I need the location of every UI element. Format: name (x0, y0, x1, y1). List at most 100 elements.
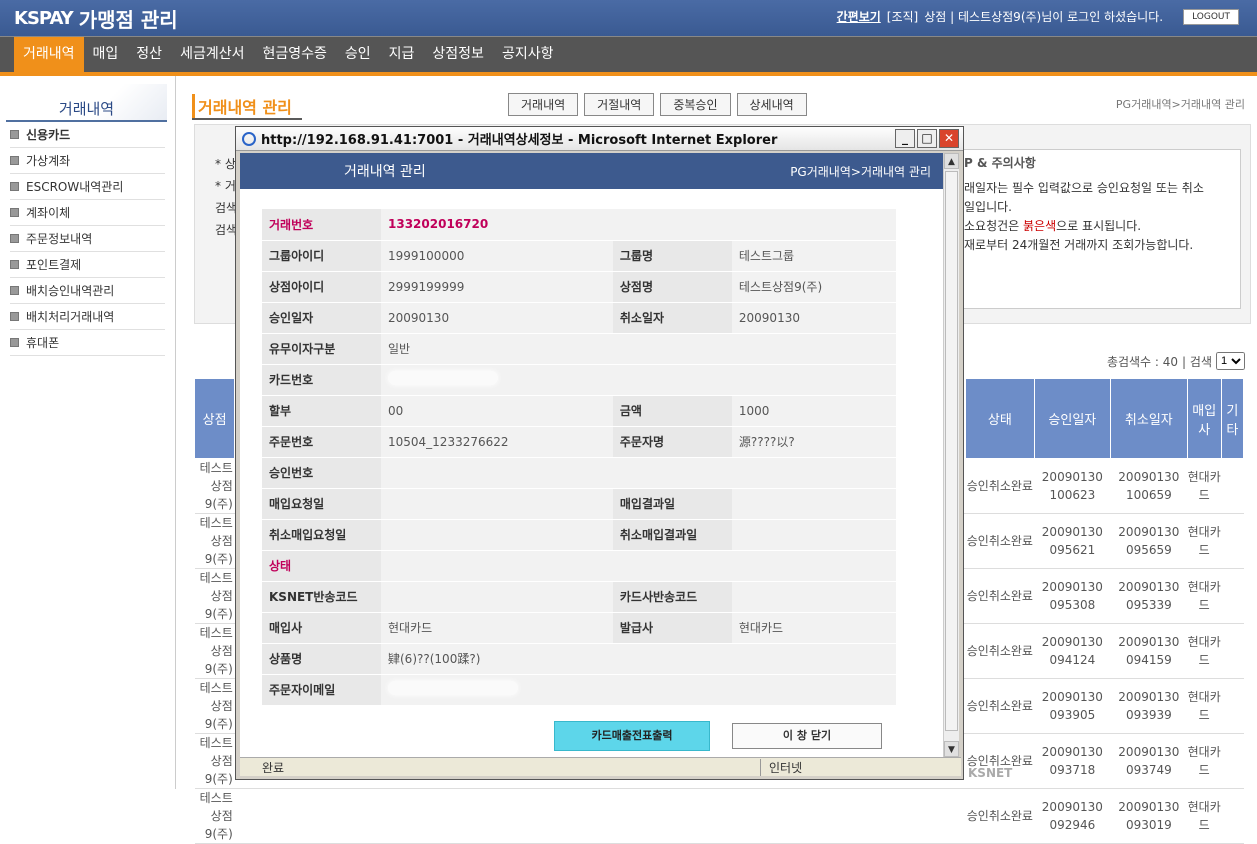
buy-req-value (381, 488, 613, 520)
tab-transactions[interactable]: 거래내역 (508, 93, 579, 116)
close-window-button[interactable]: 이 창 닫기 (732, 723, 882, 749)
scroll-thumb[interactable] (945, 171, 958, 731)
tab-duplicate[interactable]: 중복승인 (660, 93, 731, 116)
main-menu: 거래내역 매입 정산 세금계산서 현금영수증 승인 지급 상점정보 공지사항 (0, 36, 1257, 73)
print-receipt-button[interactable]: 카드매출전표출력 (554, 721, 710, 751)
sidebar-item-label: 휴대폰 (26, 336, 60, 350)
buy-req-label: 매입요청일 (262, 488, 381, 520)
row-cancel-date-cell: 20090130 093939 (1110, 678, 1188, 734)
sidebar-item-batch-approval[interactable]: 배치승인내역관리 (10, 278, 165, 304)
col-acquirer: 매입사 (1186, 378, 1222, 459)
row-status-cell: 승인취소완료 (965, 513, 1035, 569)
menu-purchase[interactable]: 매입 (84, 37, 128, 73)
product-label: 상품명 (262, 643, 381, 675)
row-cancel-date-cell: 20090130 100659 (1110, 458, 1188, 514)
close-icon[interactable]: ✕ (939, 129, 959, 148)
page-select[interactable]: 1 (1216, 352, 1245, 370)
acquirer-label: 매입사 (262, 612, 381, 644)
minimize-icon[interactable]: _ (895, 129, 915, 148)
row-acquirer-cell: 현대카드 (1187, 623, 1222, 679)
amount-value: 1000 (731, 395, 896, 427)
col-status: 상태 (965, 378, 1035, 459)
menu-settlement[interactable]: 정산 (127, 37, 171, 73)
menu-approval[interactable]: 승인 (336, 37, 380, 73)
row-status-cell: 승인취소완료 (965, 623, 1035, 679)
popup-titlebar[interactable]: http://192.168.91.41:7001 - 거래내역상세정보 - M… (236, 127, 963, 151)
amount-label: 금액 (612, 395, 732, 427)
sidebar: 거래내역 신용카드 가상계좌 ESCROW내역관리 계좌이체 주문정보내역 포인… (0, 76, 176, 789)
row-approve-date-cell: 20090130 095621 (1034, 513, 1111, 569)
popup-window-title: http://192.168.91.41:7001 - 거래내역상세정보 - M… (261, 133, 778, 148)
status-done-text: 완료 (262, 760, 285, 775)
tab-rejected[interactable]: 거절내역 (584, 93, 655, 116)
orderer-label: 주문자명 (612, 426, 732, 458)
scroll-up-icon[interactable]: ▲ (944, 153, 959, 169)
row-status-cell: 승인취소완료 (965, 733, 1035, 789)
filter-line: * 상 (215, 157, 236, 171)
ksnet-code-label: KSNET반송코드 (262, 581, 381, 613)
detail-popup-window: http://192.168.91.41:7001 - 거래내역상세정보 - M… (235, 126, 964, 780)
sidebar-item-virtual-account[interactable]: 가상계좌 (10, 148, 165, 174)
card-code-value (731, 581, 896, 613)
sidebar-item-order-info[interactable]: 주문정보내역 (10, 226, 165, 252)
menu-tax-invoice[interactable]: 세금계산서 (171, 37, 253, 73)
row-status-cell: 승인취소완료 (965, 678, 1035, 734)
menu-cash-receipt[interactable]: 현금영수증 (253, 37, 335, 73)
issuer-label: 발급사 (612, 612, 732, 644)
logout-button[interactable]: LOGOUT (1183, 8, 1239, 25)
row-etc-cell (1221, 568, 1244, 624)
ksnet-code-value (381, 581, 613, 613)
kspay-logo[interactable]: KSPAY 가맹점 관리 (14, 4, 178, 33)
sidebar-item-credit-card[interactable]: 신용카드 (10, 122, 165, 148)
popup-header: 거래내역 관리 PG거래내역>거래내역 관리 (240, 153, 945, 189)
trade-no-value: 133202016720 (381, 209, 896, 241)
detail-row: 취소매입요청일 취소매입결과일 (262, 519, 896, 551)
product-value: 肄(6)??(100蹂?) (381, 643, 896, 675)
menu-payment[interactable]: 지급 (380, 37, 424, 73)
row-etc-cell (1221, 733, 1244, 789)
sidebar-item-batch-trade[interactable]: 배치처리거래내역 (10, 304, 165, 330)
card-no-label: 카드번호 (262, 364, 381, 396)
maximize-icon[interactable]: □ (917, 129, 937, 148)
row-hidden-cell (234, 788, 966, 844)
menu-shop-info[interactable]: 상점정보 (423, 37, 493, 73)
cancel-date-label: 취소일자 (612, 302, 732, 334)
popup-scrollbar[interactable]: ▲ ▼ (943, 153, 959, 757)
sidebar-item-transfer[interactable]: 계좌이체 (10, 200, 165, 226)
sidebar-item-point[interactable]: 포인트결제 (10, 252, 165, 278)
menu-notice[interactable]: 공지사항 (493, 37, 563, 73)
tab-details[interactable]: 상세내역 (736, 93, 807, 116)
popup-header-title: 거래내역 관리 (344, 164, 426, 180)
sidebar-item-escrow[interactable]: ESCROW내역관리 (10, 174, 165, 200)
detail-row: 승인일자 20090130 취소일자 20090130 (262, 302, 896, 334)
table-row[interactable]: 테스트상점9(주) 승인취소완료 20090130 092946 20090130 0… (194, 788, 1244, 844)
status-zone-text: 인터넷 (760, 758, 802, 776)
row-acquirer-cell: 현대카드 (1187, 678, 1222, 734)
sidebar-item-label: ESCROW내역관리 (26, 180, 124, 194)
menu-transactions[interactable]: 거래내역 (14, 37, 84, 73)
sidebar-item-label: 주문정보내역 (26, 232, 93, 246)
sidebar-item-mobile[interactable]: 휴대폰 (10, 330, 165, 356)
scroll-down-icon[interactable]: ▼ (944, 741, 959, 757)
detail-row: 주문자이메일 (262, 674, 896, 706)
installment-value: 00 (381, 395, 613, 427)
approve-date-value: 20090130 (381, 302, 613, 334)
trade-no-label: 거래번호 (262, 209, 381, 241)
simple-view-link[interactable]: 간편보기 (837, 8, 881, 25)
detail-row: 매입요청일 매입결과일 (262, 488, 896, 520)
status-label: 상태 (262, 550, 381, 582)
shop-name-value: 테스트상점9(주) (731, 271, 896, 303)
bullet-icon (10, 260, 19, 269)
detail-row: 상품명 肄(6)??(100蹂?) (262, 643, 896, 675)
login-user-text: 상점 | 테스트상점9(주)님이 로그인 하셨습니다. (924, 10, 1164, 24)
row-shop-cell: 테스트상점9(주) (194, 623, 235, 679)
notice-box: P & 주의사항 래일자는 필수 입력값으로 승인요청일 또는 취소 일입니다.… (955, 149, 1241, 309)
group-id-value: 1999100000 (381, 240, 613, 272)
interest-value: 일반 (381, 333, 896, 365)
bullet-icon (10, 208, 19, 217)
detail-row: 할부 00 금액 1000 (262, 395, 896, 427)
row-cancel-date-cell: 20090130 095339 (1110, 568, 1188, 624)
row-status-cell: 승인취소완료 (965, 568, 1035, 624)
row-approve-date-cell: 20090130 094124 (1034, 623, 1111, 679)
row-shop-cell: 테스트상점9(주) (194, 733, 235, 789)
